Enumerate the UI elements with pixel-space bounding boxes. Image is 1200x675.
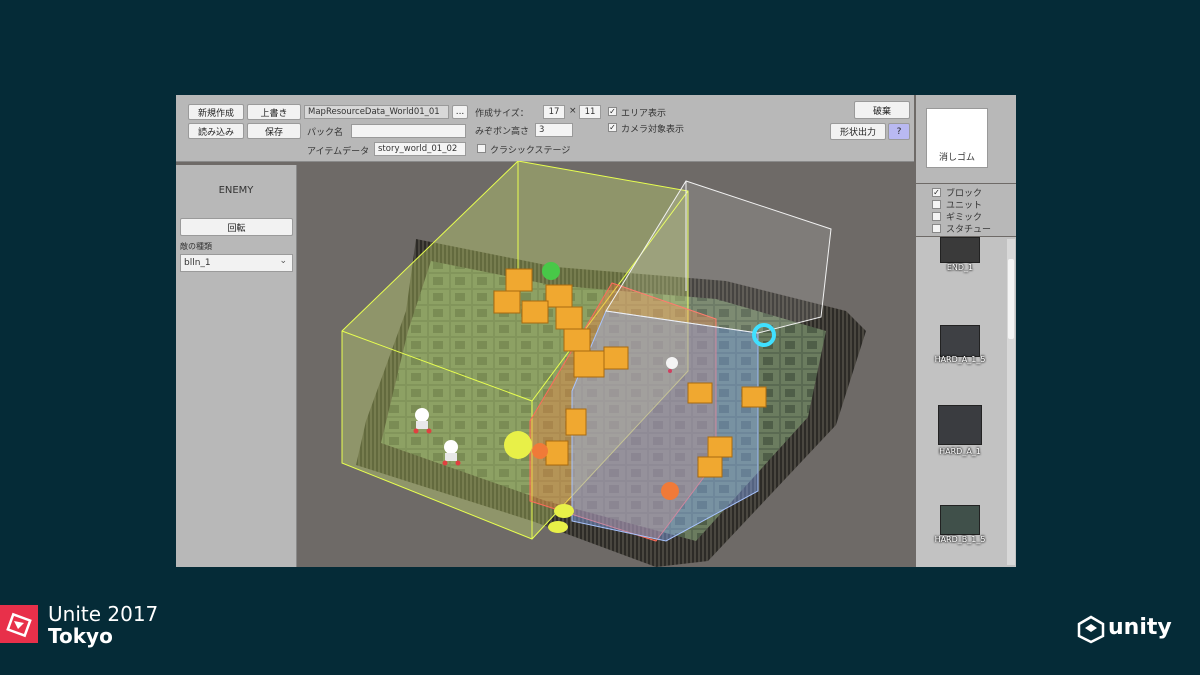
size-separator: × — [569, 106, 577, 116]
part-thumbnail[interactable] — [940, 237, 980, 263]
bottom-height-field[interactable]: 3 — [535, 123, 573, 137]
enemy-type-select[interactable]: blln_1 ⌄ — [180, 254, 293, 272]
part-thumbnail[interactable] — [940, 505, 980, 535]
unity-wordmark: unity — [1108, 615, 1172, 640]
enemy-type-label: 敵の種類 — [180, 242, 212, 251]
part-thumbnail[interactable] — [940, 325, 980, 357]
orange-sphere — [532, 443, 548, 459]
parts-palette: END_1 HARD_A_1_5 HARD_A_1 HARD_B_1_5 — [916, 237, 1016, 567]
filter-statue-checkbox[interactable] — [932, 224, 941, 233]
filter-gimmick-checkbox[interactable] — [932, 212, 941, 221]
event-city: Tokyo — [48, 624, 113, 648]
part-label: HARD_A_1 — [939, 447, 981, 456]
scene-viewport[interactable] — [296, 161, 916, 567]
scrollbar-thumb[interactable] — [1008, 259, 1014, 339]
green-sphere — [542, 262, 560, 280]
size-x-field[interactable]: 17 — [543, 105, 565, 119]
overwrite-button[interactable]: 上書き — [247, 104, 301, 120]
classic-stage-checkbox[interactable] — [477, 144, 486, 153]
part-label: END_1 — [946, 263, 974, 272]
part-label: HARD_B_1_5 — [934, 535, 986, 544]
save-button[interactable]: 保存 — [247, 123, 301, 139]
item-data-label: アイテムデータ — [307, 147, 370, 157]
enemy-panel-title: ENEMY — [218, 185, 254, 196]
yellow-item — [548, 521, 568, 533]
eraser-button[interactable]: 消しゴム — [926, 108, 988, 168]
size-label: 作成サイズ： — [475, 109, 529, 119]
eraser-panel: 消しゴム — [916, 95, 1016, 183]
enemy-type-value: blln_1 — [184, 258, 211, 268]
pack-name-label: パック名 — [307, 128, 344, 138]
part-label: HARD_A_1_5 — [934, 355, 986, 364]
parts-scrollbar[interactable] — [1007, 239, 1015, 565]
unity-logo-icon — [1077, 615, 1105, 644]
camera-volume — [571, 310, 759, 542]
yellow-item — [554, 504, 574, 518]
size-y-field[interactable]: 11 — [579, 105, 601, 119]
map-editor-window: 新規作成 上書き 読み込み 保存 MapResourceData_World01… — [176, 95, 1016, 567]
item-data-field[interactable]: story_world_01_02 — [374, 142, 466, 156]
filter-block-checkbox[interactable]: ✓ — [932, 188, 941, 197]
load-button[interactable]: 読み込み — [188, 123, 244, 139]
help-button[interactable]: ? — [888, 123, 910, 140]
enemy-panel: ENEMY 回転 敵の種類 blln_1 ⌄ — [176, 165, 297, 567]
event-title: Unite 2017 — [48, 602, 159, 626]
destroy-button[interactable]: 破棄 — [854, 101, 910, 119]
camera-display-checkbox[interactable]: ✓ — [608, 123, 617, 132]
chevron-down-icon: ⌄ — [279, 256, 287, 266]
area-display-label: エリア表示 — [621, 109, 667, 119]
toolbar: 新規作成 上書き 読み込み 保存 MapResourceData_World01… — [176, 95, 914, 162]
orange-sphere — [661, 482, 679, 500]
resource-data-field[interactable]: MapResourceData_World01_01 — [304, 105, 449, 119]
pack-name-field[interactable] — [351, 124, 466, 138]
classic-stage-label: クラシックステージ — [490, 146, 571, 156]
filter-unit-checkbox[interactable] — [932, 200, 941, 209]
category-filters: ✓ ブロック ユニット ギミック スタチュー — [916, 184, 1016, 236]
camera-display-label: カメラ対象表示 — [621, 125, 685, 135]
yellow-sphere — [504, 431, 532, 459]
shape-output-button[interactable]: 形状出力 — [830, 123, 886, 140]
browse-button[interactable]: ... — [452, 105, 468, 119]
part-thumbnail[interactable] — [938, 405, 982, 445]
filter-statue-label: スタチュー — [946, 225, 992, 235]
new-button[interactable]: 新規作成 — [188, 104, 244, 120]
area-display-checkbox[interactable]: ✓ — [608, 107, 617, 116]
unite-logo-icon — [0, 605, 38, 643]
rotate-button[interactable]: 回転 — [180, 218, 293, 236]
eraser-label: 消しゴム — [938, 153, 975, 163]
bottom-height-label: みぞボン高さ — [475, 127, 530, 137]
